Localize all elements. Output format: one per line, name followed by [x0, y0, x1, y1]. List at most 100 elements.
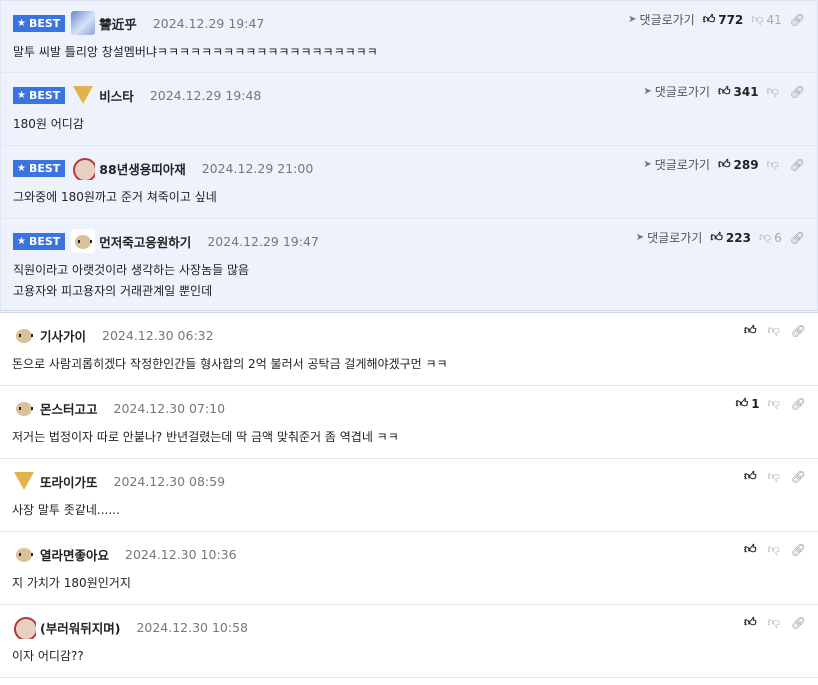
thumbs-down-icon: 👎︎: [767, 615, 780, 629]
comment-item: 기사가이 2024.12.30 06:32 👍︎ 👎︎ 🔗︎ 돈으로 사람괴롭히…: [0, 313, 818, 386]
link-icon[interactable]: 🔗︎: [790, 85, 805, 99]
upvote-button[interactable]: 👍︎: [744, 542, 760, 557]
upvote-button[interactable]: 👍︎: [744, 323, 760, 338]
thumbs-up-icon: 👍︎: [710, 230, 723, 244]
downvote-button[interactable]: 👎︎ 41: [751, 12, 781, 27]
dog-avatar-icon[interactable]: [71, 229, 96, 253]
star-icon: ★: [17, 162, 26, 174]
comment-body: 이자 어디감??: [12, 649, 84, 663]
dog-avatar-icon[interactable]: [12, 542, 36, 566]
upvote-button[interactable]: 👍︎: [744, 615, 760, 630]
reply-link[interactable]: ➤ 댓글로가기: [636, 229, 703, 246]
upvote-button[interactable]: 👍︎ 1: [736, 396, 760, 411]
comment-body: 그와중에 180원까고 준거 쳐죽이고 싶네: [13, 190, 217, 204]
link-icon[interactable]: 🔗︎: [790, 231, 805, 245]
star-icon: ★: [17, 17, 26, 29]
star-icon: ★: [17, 89, 26, 101]
comment-date: 2024.12.30 08:59: [113, 473, 226, 489]
link-icon[interactable]: 🔗︎: [791, 397, 806, 411]
downvote-button[interactable]: 👎︎: [768, 396, 783, 411]
thumbs-down-icon: 👎︎: [767, 469, 780, 483]
comment-body: 사장 말투 좃같네......: [12, 503, 120, 517]
comment-item: ★ BEST 비스타 2024.12.29 19:48 ➤ 댓글로가기 👍︎ 341 …: [0, 73, 818, 146]
comment-author[interactable]: (부러워뒤지며): [40, 618, 120, 637]
thumbs-up-icon: 👍︎: [744, 323, 757, 337]
downvote-button[interactable]: 👎︎: [768, 542, 783, 557]
thumbs-up-icon: 👍︎: [702, 12, 716, 26]
thumbs-up-icon: 👍︎: [735, 396, 749, 410]
best-badge: ★ BEST: [13, 159, 66, 177]
comment-date: 2024.12.30 10:58: [136, 619, 249, 635]
send-arrow-icon: ➤: [635, 232, 645, 243]
thumbs-down-icon: 👎︎: [767, 542, 780, 556]
upvote-button[interactable]: 👍︎ 289: [718, 157, 759, 172]
comment-author[interactable]: 열라면좋아요: [40, 545, 109, 564]
fox-avatar-icon[interactable]: [71, 83, 95, 107]
thumbs-down-icon: 👎︎: [766, 157, 779, 171]
dog-avatar-icon[interactable]: [12, 323, 36, 347]
comment-author[interactable]: 讐近乎: [99, 14, 137, 33]
comment-body: 직원이라고 아랫것이라 생각하는 사장놈들 많음 고용자와 피고용자의 거래관계…: [13, 263, 250, 298]
comment-body: 말투 씨발 틀리앙 창설멤버냐ㅋㅋㅋㅋㅋㅋㅋㅋㅋㅋㅋㅋㅋㅋㅋㅋㅋㅋㅋㅋ: [13, 45, 378, 59]
link-icon[interactable]: 🔗︎: [791, 616, 806, 630]
thumbs-down-icon: 👎︎: [758, 230, 772, 244]
link-icon[interactable]: 🔗︎: [791, 470, 806, 484]
thumbs-down-icon: 👎︎: [751, 12, 764, 26]
thumbs-up-icon: 👍︎: [717, 84, 731, 98]
best-badge: ★ BEST: [13, 86, 66, 104]
comment-date: 2024.12.29 19:47: [152, 15, 265, 31]
reply-link[interactable]: ➤ 댓글로가기: [643, 156, 710, 173]
comment-item: ★ BEST 88년생용띠아재 2024.12.29 21:00 ➤ 댓글로가기 👍…: [0, 146, 818, 219]
comment-author[interactable]: 88년생용띠아재: [99, 159, 185, 178]
fox-avatar-icon[interactable]: [12, 469, 36, 493]
comment-item: 또라이가또 2024.12.30 08:59 👍︎ 👎︎ 🔗︎ 사장 말투 좃같…: [0, 459, 818, 532]
comment-author[interactable]: 기사가이: [40, 326, 86, 345]
comment-body: 돈으로 사람괴롭히겠다 작정한인간들 형사합의 2억 불러서 공탁금 걸게해야겠…: [12, 357, 448, 371]
downvote-button[interactable]: 👎︎: [768, 323, 783, 338]
thumbs-up-icon: 👍︎: [717, 157, 731, 171]
comment-item: 열라면좋아요 2024.12.30 10:36 👍︎ 👎︎ 🔗︎ 지 가치가 1…: [0, 532, 818, 605]
red-dog-avatar-icon[interactable]: [71, 156, 96, 180]
comment-author[interactable]: 또라이가또: [40, 472, 98, 491]
dog-avatar-icon[interactable]: [12, 396, 36, 420]
best-badge: ★ BEST: [13, 14, 66, 32]
upvote-button[interactable]: 👍︎ 772: [703, 12, 744, 27]
comment-item: (부러워뒤지며) 2024.12.30 10:58 👍︎ 👎︎ 🔗︎ 이자 어디…: [0, 605, 818, 678]
comment-date: 2024.12.30 10:36: [125, 546, 237, 562]
downvote-button[interactable]: 👎︎: [767, 84, 782, 99]
thumbs-down-icon: 👎︎: [767, 396, 780, 410]
link-icon[interactable]: 🔗︎: [791, 543, 806, 557]
downvote-button[interactable]: 👎︎: [768, 469, 783, 484]
comment-body: 저거는 법정이자 따로 안붙나? 반년걸렸는데 딱 금액 맞춰준거 좀 역겹네 …: [12, 430, 399, 444]
blue-avatar-icon[interactable]: [71, 11, 96, 35]
comment-item: ★ BEST 讐近乎 2024.12.29 19:47 ➤ 댓글로가기 👍︎ 772 …: [0, 0, 818, 73]
thumbs-up-icon: 👍︎: [744, 469, 757, 483]
reply-link[interactable]: ➤ 댓글로가기: [643, 83, 710, 100]
comment-date: 2024.12.29 19:47: [207, 233, 319, 249]
upvote-button[interactable]: 👍︎ 223: [710, 230, 751, 245]
comment-list: ★ BEST 讐近乎 2024.12.29 19:47 ➤ 댓글로가기 👍︎ 772 …: [0, 0, 818, 678]
comment-date: 2024.12.30 06:32: [102, 327, 214, 343]
send-arrow-icon: ➤: [643, 159, 652, 170]
downvote-button[interactable]: 👎︎ 6: [759, 230, 782, 245]
comment-author[interactable]: 먼저죽고응원하기: [99, 232, 191, 251]
link-icon[interactable]: 🔗︎: [790, 13, 805, 27]
link-icon[interactable]: 🔗︎: [790, 158, 805, 172]
red-dog-avatar-icon[interactable]: [12, 615, 36, 639]
comment-date: 2024.12.29 19:48: [149, 87, 262, 103]
comment-body: 180원 어디감: [13, 117, 84, 131]
upvote-button[interactable]: 👍︎: [744, 469, 760, 484]
reply-link[interactable]: ➤ 댓글로가기: [628, 11, 695, 28]
comment-author[interactable]: 비스타: [99, 86, 134, 105]
comment-item: 몬스터고고 2024.12.30 07:10 👍︎ 1 👎︎ 🔗︎ 저거는 법정이…: [0, 386, 818, 459]
upvote-button[interactable]: 👍︎ 341: [718, 84, 759, 99]
send-arrow-icon: ➤: [628, 14, 637, 25]
downvote-button[interactable]: 👎︎: [767, 157, 782, 172]
thumbs-up-icon: 👍︎: [744, 542, 757, 556]
comment-author[interactable]: 몬스터고고: [40, 399, 98, 418]
comment-date: 2024.12.29 21:00: [201, 160, 314, 176]
link-icon[interactable]: 🔗︎: [791, 324, 806, 338]
downvote-button[interactable]: 👎︎: [768, 615, 783, 630]
thumbs-up-icon: 👍︎: [744, 615, 757, 629]
thumbs-down-icon: 👎︎: [766, 84, 779, 98]
